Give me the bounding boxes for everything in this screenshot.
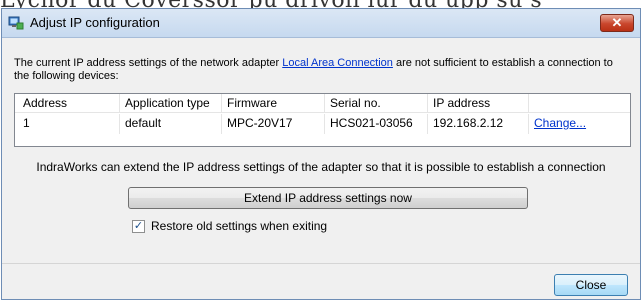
cell-ip-address: 192.168.2.12 <box>433 116 504 130</box>
table-header: Address Application type Firmware Serial… <box>15 94 630 113</box>
column-header-address[interactable]: Address <box>23 96 67 110</box>
change-link[interactable]: Change... <box>534 116 586 130</box>
column-header-serial[interactable]: Serial no. <box>330 96 381 110</box>
checkmark-icon: ✓ <box>133 220 144 232</box>
message-text-start: The current IP address settings of the n… <box>14 57 283 69</box>
adapter-message: The current IP address settings of the n… <box>14 57 614 83</box>
restore-settings-label[interactable]: Restore old settings when exiting <box>151 219 327 233</box>
restore-settings-checkbox[interactable]: ✓ <box>132 220 145 233</box>
footer-divider <box>2 263 640 264</box>
local-area-connection-link[interactable]: Local Area Connection <box>282 57 393 69</box>
column-header-application-type[interactable]: Application type <box>125 96 210 110</box>
cell-serial: HCS021-03056 <box>330 116 413 130</box>
window-title: Adjust IP configuration <box>30 15 160 30</box>
device-table: Address Application type Firmware Serial… <box>14 93 631 147</box>
column-header-ip-address[interactable]: IP address <box>433 96 490 110</box>
close-button[interactable]: Close <box>554 274 628 296</box>
window-close-button[interactable]: ✕ <box>600 14 634 32</box>
network-config-icon <box>8 16 24 30</box>
close-icon: ✕ <box>611 15 623 30</box>
extend-ip-settings-button[interactable]: Extend IP address settings now <box>128 187 528 209</box>
cell-application-type: default <box>125 116 162 130</box>
cell-address: 1 <box>23 116 30 130</box>
column-header-firmware[interactable]: Firmware <box>227 96 277 110</box>
table-row[interactable]: 1 default MPC-20V17 HCS021-03056 192.168… <box>15 114 630 134</box>
extend-info-text: IndraWorks can extend the IP address set… <box>36 160 606 174</box>
title-bar: Adjust IP configuration ✕ <box>2 9 640 38</box>
cell-firmware: MPC-20V17 <box>227 116 293 130</box>
dialog-window: Adjust IP configuration ✕ The current IP… <box>1 8 641 300</box>
